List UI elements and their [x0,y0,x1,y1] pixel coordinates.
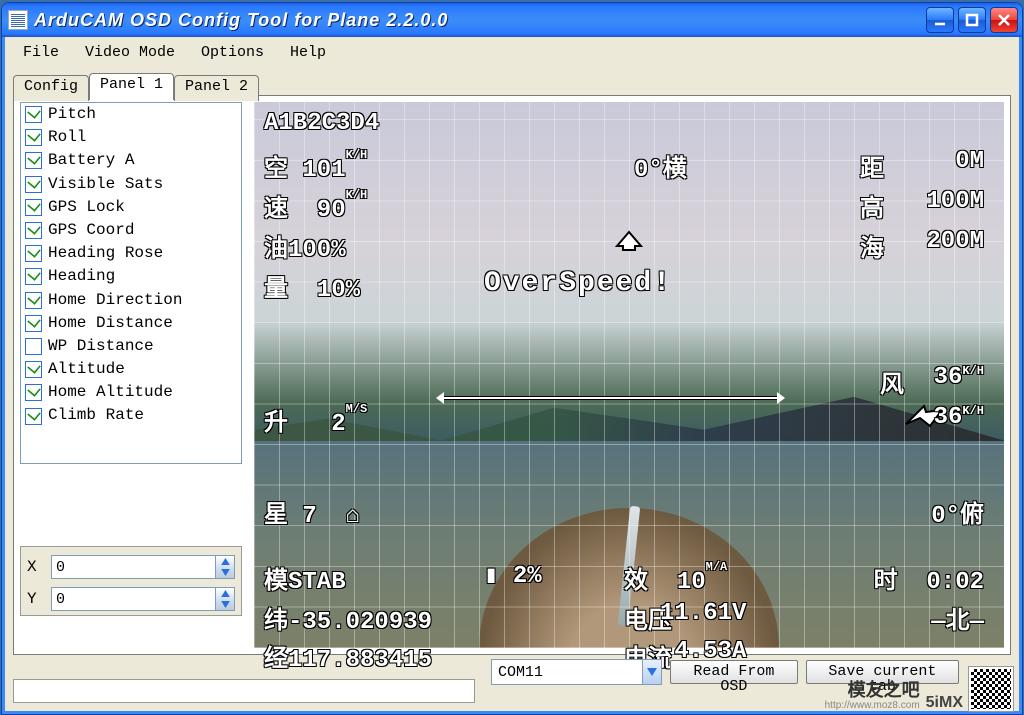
check-label: GPS Lock [48,198,125,217]
osd-warning: OverSpeed! [484,268,672,299]
y-up-icon[interactable] [216,588,234,599]
menubar: File Video Mode Options Help [5,37,1019,67]
check-label: Home Direction [48,291,182,310]
osd-preview[interactable]: A1B2C3D4 空 101K/H 速 90K/H 油100% 量 10% 0°… [254,102,1004,648]
minimize-button[interactable] [926,7,954,33]
check-label: Home Altitude [48,383,173,402]
checkbox-1[interactable] [25,129,42,146]
x-input[interactable] [51,555,216,579]
checkbox-2[interactable] [25,152,42,169]
check-label: WP Distance [48,337,154,356]
check-item-wp-distance[interactable]: WP Distance [21,335,241,358]
menu-help[interactable]: Help [278,42,338,63]
qr-code-icon [969,667,1013,711]
osd-roll: 0°横 [634,148,687,184]
check-item-home-distance[interactable]: Home Distance [21,312,241,335]
y-down-icon[interactable] [216,599,234,610]
com-select[interactable]: COM11 [491,659,662,685]
checkbox-4[interactable] [25,199,42,216]
check-label: Visible Sats [48,175,163,194]
checkbox-3[interactable] [25,176,42,193]
checkbox-7[interactable] [25,268,42,285]
check-label: Pitch [48,105,96,124]
check-item-battery-a[interactable]: Battery A [21,149,241,172]
gps-lock-icon: ⌂ [346,503,360,530]
check-label: Home Distance [48,314,173,333]
y-label: Y [27,591,51,607]
check-item-home-direction[interactable]: Home Direction [21,289,241,312]
menu-file[interactable]: File [11,42,71,63]
app-icon [8,10,28,30]
check-label: Roll [48,128,86,147]
checkbox-12[interactable] [25,384,42,401]
tab-panel-1[interactable]: Panel 1 [89,73,174,100]
read-button[interactable]: Read From OSD [670,660,798,684]
x-up-icon[interactable] [216,556,234,567]
checkbox-0[interactable] [25,106,42,123]
y-input[interactable] [51,587,216,611]
check-item-heading[interactable]: Heading [21,265,241,288]
check-item-altitude[interactable]: Altitude [21,358,241,381]
check-item-heading-rose[interactable]: Heading Rose [21,242,241,265]
check-item-pitch[interactable]: Pitch [21,103,241,126]
x-down-icon[interactable] [216,567,234,578]
xy-panel: X Y [20,546,242,616]
panel-checklist[interactable]: Pitch Roll Battery A Visible Sats GPS Lock GP… [20,102,242,464]
check-label: Heading Rose [48,244,163,263]
checkbox-9[interactable] [25,315,42,332]
close-button[interactable] [990,7,1018,33]
checkbox-6[interactable] [25,245,42,262]
check-item-gps-coord[interactable]: GPS Coord [21,219,241,242]
checkbox-10[interactable] [25,338,42,355]
osd-wind-label: 风 [880,364,904,400]
osd-char-test: A1B2C3D4 [264,110,379,137]
check-item-roll[interactable]: Roll [21,126,241,149]
check-label: Battery A [48,151,134,170]
osd-pitch: 0°俯 [931,494,984,530]
check-label: Climb Rate [48,406,144,425]
check-item-climb-rate[interactable]: Climb Rate [21,404,241,427]
tab-config[interactable]: Config [13,75,89,101]
maximize-button[interactable] [958,7,986,33]
x-spinner[interactable] [51,555,235,579]
check-item-home-altitude[interactable]: Home Altitude [21,381,241,404]
check-label: GPS Coord [48,221,134,240]
check-label: Altitude [48,360,125,379]
status-bar[interactable] [13,679,475,703]
titlebar[interactable]: ArduCAM OSD Config Tool for Plane 2.2.0.… [2,3,1022,37]
tab-content: Pitch Roll Battery A Visible Sats GPS Lock GP… [13,95,1011,655]
checkbox-5[interactable] [25,222,42,239]
dropdown-icon[interactable] [642,660,661,684]
com-value: COM11 [492,663,642,682]
x-label: X [27,559,51,575]
watermark: 模友之吧 http://www.moz8.com 5iMX [825,667,1013,711]
window-title: ArduCAM OSD Config Tool for Plane 2.2.0.… [34,11,926,29]
check-item-visible-sats[interactable]: Visible Sats [21,173,241,196]
checkbox-13[interactable] [25,408,42,425]
check-item-gps-lock[interactable]: GPS Lock [21,196,241,219]
menu-video-mode[interactable]: Video Mode [73,42,187,63]
check-label: Heading [48,267,115,286]
menu-options[interactable]: Options [189,42,276,63]
app-window: ArduCAM OSD Config Tool for Plane 2.2.0.… [1,2,1023,715]
y-spinner[interactable] [51,587,235,611]
checkbox-8[interactable] [25,292,42,309]
checkbox-11[interactable] [25,361,42,378]
tab-panel-2[interactable]: Panel 2 [174,75,259,101]
